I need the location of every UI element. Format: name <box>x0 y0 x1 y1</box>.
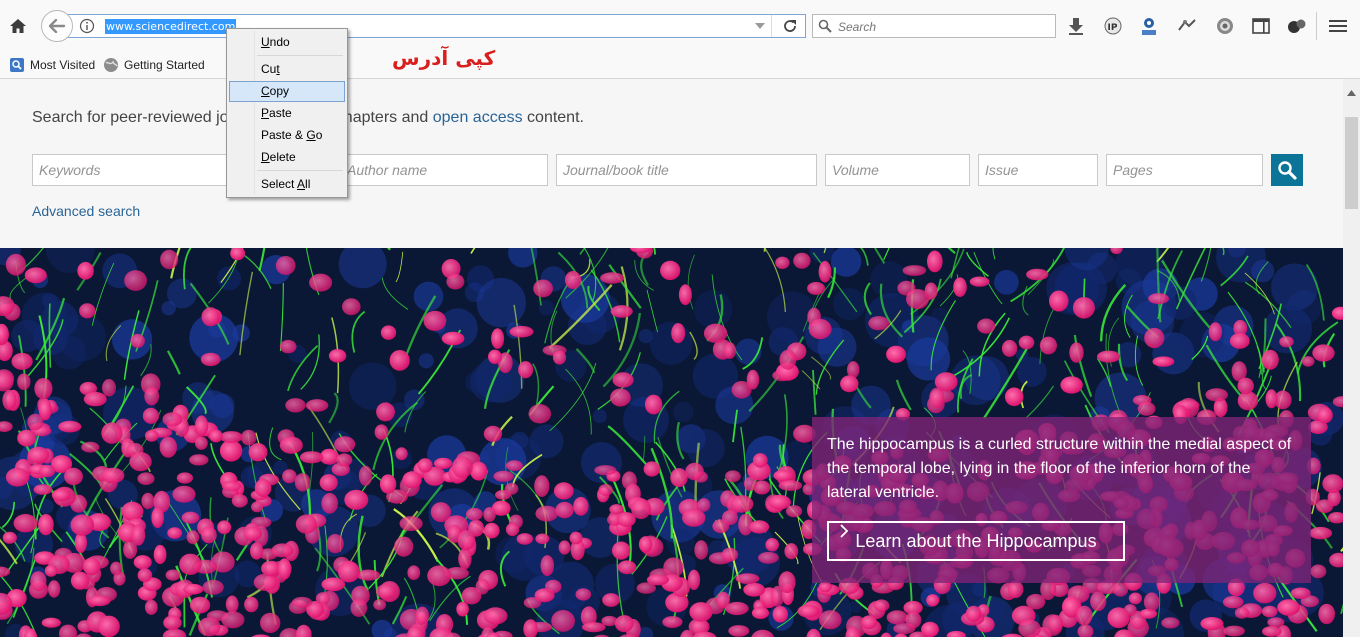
url-bar[interactable]: www.sciencedirect.com <box>60 14 806 38</box>
url-text[interactable]: www.sciencedirect.com <box>105 19 237 34</box>
open-access-link[interactable]: open access <box>433 109 523 126</box>
arrow-left-icon <box>49 19 65 33</box>
hamburger-menu-icon[interactable] <box>1326 15 1350 37</box>
intro-text-start: Search for peer-reviewed jo <box>32 109 229 126</box>
chevron-right-icon <box>840 524 849 538</box>
extension-icon[interactable] <box>1286 16 1308 36</box>
learn-more-label: Learn about the Hippocampus <box>855 530 1097 551</box>
scrollbar[interactable] <box>1343 79 1360 637</box>
scrollbar-thumb[interactable] <box>1345 117 1358 209</box>
menu-separator <box>257 55 343 56</box>
learn-more-button[interactable]: Learn about the Hippocampus <box>827 521 1125 561</box>
bookmark-label: Getting Started <box>124 58 205 72</box>
page-content: Search for peer-reviewed jo ook chapters … <box>0 79 1343 637</box>
sidebar-icon[interactable] <box>1251 16 1271 36</box>
hero-caption: The hippocampus is a curled structure wi… <box>827 436 1292 501</box>
menu-item-delete[interactable]: Delete <box>229 147 345 168</box>
advanced-search-link[interactable]: Advanced search <box>32 203 140 219</box>
ip-address-icon[interactable]: IP <box>1102 16 1124 36</box>
chevron-down-icon[interactable] <box>753 19 767 33</box>
bookmark-label: Most Visited <box>30 58 96 72</box>
search-submit-button[interactable] <box>1271 154 1303 186</box>
bookmark-getting-started[interactable]: Getting Started <box>103 57 205 73</box>
search-icon <box>818 19 832 33</box>
globe-icon <box>103 57 119 73</box>
pages-input[interactable]: Pages <box>1106 154 1263 186</box>
svg-text:IP: IP <box>1108 23 1118 33</box>
issue-input[interactable]: Issue <box>978 154 1098 186</box>
download-icon[interactable] <box>1066 16 1086 36</box>
back-button[interactable] <box>41 10 73 42</box>
volume-input[interactable]: Volume <box>825 154 970 186</box>
menu-item-select-all[interactable]: Select All <box>229 174 345 195</box>
bookmark-icon <box>9 57 25 73</box>
menu-item-cut[interactable]: Cut <box>229 59 345 80</box>
intro-text-end: content. <box>522 109 584 126</box>
info-icon[interactable] <box>79 18 95 34</box>
scroll-up-icon[interactable] <box>1347 83 1356 96</box>
extension-icon[interactable] <box>1139 15 1159 37</box>
home-icon[interactable] <box>6 14 30 38</box>
bookmark-most-visited[interactable]: Most Visited <box>9 57 95 73</box>
menu-item-paste-and-go[interactable]: Paste & Go <box>229 125 345 146</box>
gear-icon[interactable] <box>1214 15 1236 37</box>
hero-info-card: The hippocampus is a curled structure wi… <box>812 417 1311 583</box>
menu-item-undo[interactable]: Undo <box>229 32 345 53</box>
toolbar-separator <box>1316 12 1317 40</box>
browser-toolbar: www.sciencedirect.com Search IP <box>0 0 1360 52</box>
search-placeholder: Search <box>838 20 877 34</box>
bookmarks-bar: Most Visited Getting Started <box>0 52 1360 79</box>
context-menu: Undo Cut Copy Paste Paste & Go Delete Se… <box>226 28 348 198</box>
copy-address-annotation: کپی آدرس <box>392 46 496 70</box>
author-input[interactable]: Author name <box>340 154 548 186</box>
url-bar-divider <box>771 15 772 37</box>
extension-icon[interactable] <box>1176 16 1198 36</box>
keywords-input[interactable]: Keywords <box>32 154 232 186</box>
menu-item-paste[interactable]: Paste <box>229 103 345 124</box>
search-icon <box>1278 161 1297 180</box>
journal-title-input[interactable]: Journal/book title <box>556 154 817 186</box>
hero-banner: The hippocampus is a curled structure wi… <box>0 248 1343 637</box>
menu-item-copy[interactable]: Copy <box>229 81 345 102</box>
menu-separator <box>257 170 343 171</box>
search-bar[interactable]: Search <box>812 14 1056 38</box>
reload-icon[interactable] <box>782 18 800 34</box>
